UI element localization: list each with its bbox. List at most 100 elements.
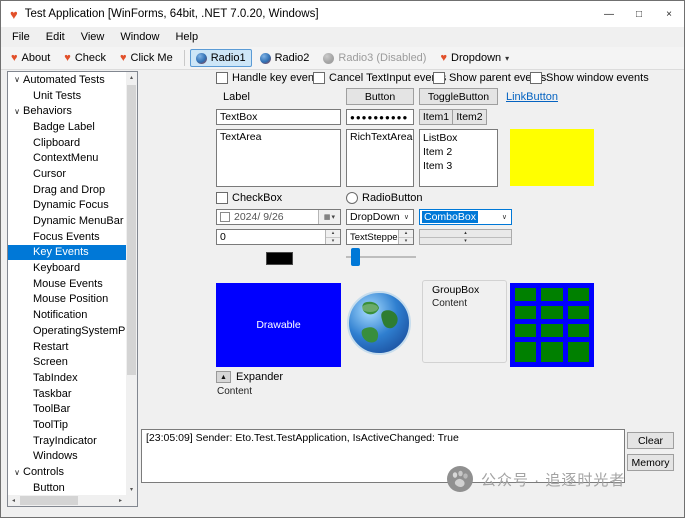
sidebar-item-cursor[interactable]: Cursor — [8, 166, 126, 182]
sidebar-item-trayindicator[interactable]: TrayIndicator — [8, 433, 126, 449]
spin-up-icon[interactable]: ▴ — [326, 230, 340, 238]
sidebar-item-mouse-events[interactable]: Mouse Events — [8, 276, 126, 292]
button-control[interactable]: Button — [346, 88, 414, 105]
menu-edit[interactable]: Edit — [38, 27, 73, 47]
spin-up-icon[interactable]: ▴ — [399, 230, 413, 238]
menu-help[interactable]: Help — [167, 27, 206, 47]
slider[interactable] — [346, 248, 416, 266]
scrollbar-thumb[interactable] — [127, 85, 136, 375]
sidebar-item-screen[interactable]: Screen — [8, 354, 126, 370]
watermark-text: 公众号 · 追逐时光者 — [481, 471, 626, 489]
handle-key-events-checkbox[interactable]: Handle key events — [216, 72, 323, 84]
menu-window[interactable]: Window — [112, 27, 167, 47]
password-input[interactable]: ●●●●●●●●●● — [346, 109, 414, 125]
sidebar-item-drag-and-drop[interactable]: Drag and Drop — [8, 182, 126, 198]
date-picker[interactable]: 2024/ 9/26 ▦ ▾ — [216, 209, 341, 225]
slider-thumb[interactable] — [351, 248, 360, 266]
table-cell — [515, 341, 537, 362]
sidebar-item-dynamic-menubar[interactable]: Dynamic MenuBar — [8, 213, 126, 229]
segmented-button-item1[interactable]: Item1 — [419, 109, 453, 125]
table-layout-panel — [510, 283, 594, 367]
clear-button[interactable]: Clear — [627, 432, 674, 449]
maximize-button[interactable]: □ — [624, 1, 654, 27]
sidebar-item-button[interactable]: Button — [8, 480, 126, 495]
date-checkbox-icon[interactable] — [220, 212, 230, 222]
combobox[interactable]: ComboBox ∨ — [419, 209, 512, 225]
sidebar-item-focus-events[interactable]: Focus Events — [8, 229, 126, 245]
toolbar-dropdown-button[interactable]: ♥ Dropdown ▾ — [434, 49, 515, 67]
tree-expander-icon[interactable]: ∨ — [11, 468, 23, 477]
table-cell — [567, 305, 589, 319]
toolbar-clickme-button[interactable]: ♥ Click Me — [114, 49, 179, 67]
sidebar-item-badge-label[interactable]: Badge Label — [8, 119, 126, 135]
listbox[interactable]: ListBox Item 2 Item 3 — [419, 129, 498, 187]
checkbox-control[interactable]: CheckBox — [216, 192, 282, 204]
menu-file[interactable]: File — [4, 27, 38, 47]
tree-expander-icon[interactable]: ∨ — [11, 107, 23, 116]
list-item[interactable]: Item 3 — [423, 159, 494, 173]
sidebar-item-windows[interactable]: Windows — [8, 449, 126, 465]
textarea-input[interactable]: TextArea — [216, 129, 341, 187]
toolbar-check-button[interactable]: ♥ Check — [58, 49, 112, 67]
spin-down-icon[interactable]: ▾ — [326, 237, 340, 244]
sidebar-item-automated-tests[interactable]: ∨ Automated Tests — [8, 72, 126, 88]
sidebar-item-mouse-position[interactable]: Mouse Position — [8, 292, 126, 308]
sidebar-horizontal-scrollbar[interactable]: ◂ ▸ — [8, 495, 126, 506]
toolbar-about-button[interactable]: ♥ About — [5, 49, 56, 67]
scrollbar-thumb[interactable] — [20, 496, 78, 505]
sidebar-item-dynamic-focus[interactable]: Dynamic Focus — [8, 198, 126, 214]
memory-button[interactable]: Memory — [627, 454, 674, 471]
textbox-input[interactable]: TextBox — [216, 109, 341, 125]
caption-buttons: — □ × — [594, 1, 684, 27]
cancel-textinput-events-checkbox[interactable]: Cancel TextInput events — [313, 72, 446, 84]
toolbar-radio2-button[interactable]: Radio2 — [254, 49, 316, 67]
step-up-icon[interactable]: ▴ — [420, 230, 511, 238]
text-stepper[interactable]: TextStepper ▴ ▾ — [346, 229, 414, 245]
sidebar-item-taskbar[interactable]: Taskbar — [8, 386, 126, 402]
spin-down-icon[interactable]: ▾ — [399, 237, 413, 244]
sidebar-item-key-events[interactable]: Key Events — [8, 244, 126, 261]
sidebar-vertical-scrollbar[interactable]: ▴ ▾ — [126, 72, 137, 495]
expander-collapse-button[interactable]: ▲ — [216, 371, 231, 383]
sidebar-item-notification[interactable]: Notification — [8, 307, 126, 323]
scroll-up-icon[interactable]: ▴ — [126, 72, 137, 83]
show-window-events-checkbox[interactable]: Show window events — [530, 72, 649, 84]
richtextarea-input[interactable]: RichTextArea — [346, 129, 414, 187]
sidebar-item-operatingsystemplatform[interactable]: OperatingSystemPlatform — [8, 323, 126, 339]
step-down-icon[interactable]: ▾ — [420, 237, 511, 244]
sidebar-item-label: Behaviors — [23, 105, 72, 118]
watermark: 公众号 · 追逐时光者 — [447, 466, 625, 492]
expander-label[interactable]: Expander — [236, 371, 283, 383]
sidebar-item-restart[interactable]: Restart — [8, 339, 126, 355]
table-cell — [567, 288, 589, 301]
sidebar-item-keyboard[interactable]: Keyboard — [8, 260, 126, 276]
radiobutton-control[interactable]: RadioButton — [346, 192, 423, 204]
stepper-control[interactable]: ▴ ▾ — [419, 229, 512, 245]
color-picker[interactable] — [266, 252, 293, 265]
toggle-button[interactable]: ToggleButton — [419, 88, 498, 105]
numeric-stepper[interactable]: 0 ▴ ▾ — [216, 229, 341, 245]
sidebar-item-contextmenu[interactable]: ContextMenu — [8, 150, 126, 166]
sidebar-item-tooltip[interactable]: ToolTip — [8, 417, 126, 433]
list-item[interactable]: Item 2 — [423, 145, 494, 159]
sidebar-item-clipboard[interactable]: Clipboard — [8, 135, 126, 151]
minimize-button[interactable]: — — [594, 1, 624, 27]
scroll-right-icon[interactable]: ▸ — [115, 495, 126, 506]
list-item[interactable]: ListBox — [423, 131, 494, 145]
sidebar-item-controls[interactable]: ∨ Controls — [8, 464, 126, 480]
segmented-button-item2[interactable]: Item2 — [452, 109, 487, 125]
scroll-down-icon[interactable]: ▾ — [126, 484, 137, 495]
link-button[interactable]: LinkButton — [506, 91, 558, 103]
sidebar-item-tabindex[interactable]: TabIndex — [8, 370, 126, 386]
date-dropdown-button[interactable]: ▦ ▾ — [318, 210, 340, 224]
toolbar-radio1-button[interactable]: Radio1 — [189, 49, 252, 67]
sidebar-item-toolbar[interactable]: ToolBar — [8, 401, 126, 417]
close-button[interactable]: × — [654, 1, 684, 27]
menu-view[interactable]: View — [73, 27, 113, 47]
dropdown-select[interactable]: DropDown ∨ — [346, 209, 414, 225]
radio-label: RadioButton — [362, 192, 423, 204]
tree-expander-icon[interactable]: ∨ — [11, 75, 23, 84]
sidebar-item-behaviors[interactable]: ∨ Behaviors — [8, 103, 126, 119]
scroll-left-icon[interactable]: ◂ — [8, 495, 19, 506]
sidebar-item-unit-tests[interactable]: Unit Tests — [8, 88, 126, 104]
